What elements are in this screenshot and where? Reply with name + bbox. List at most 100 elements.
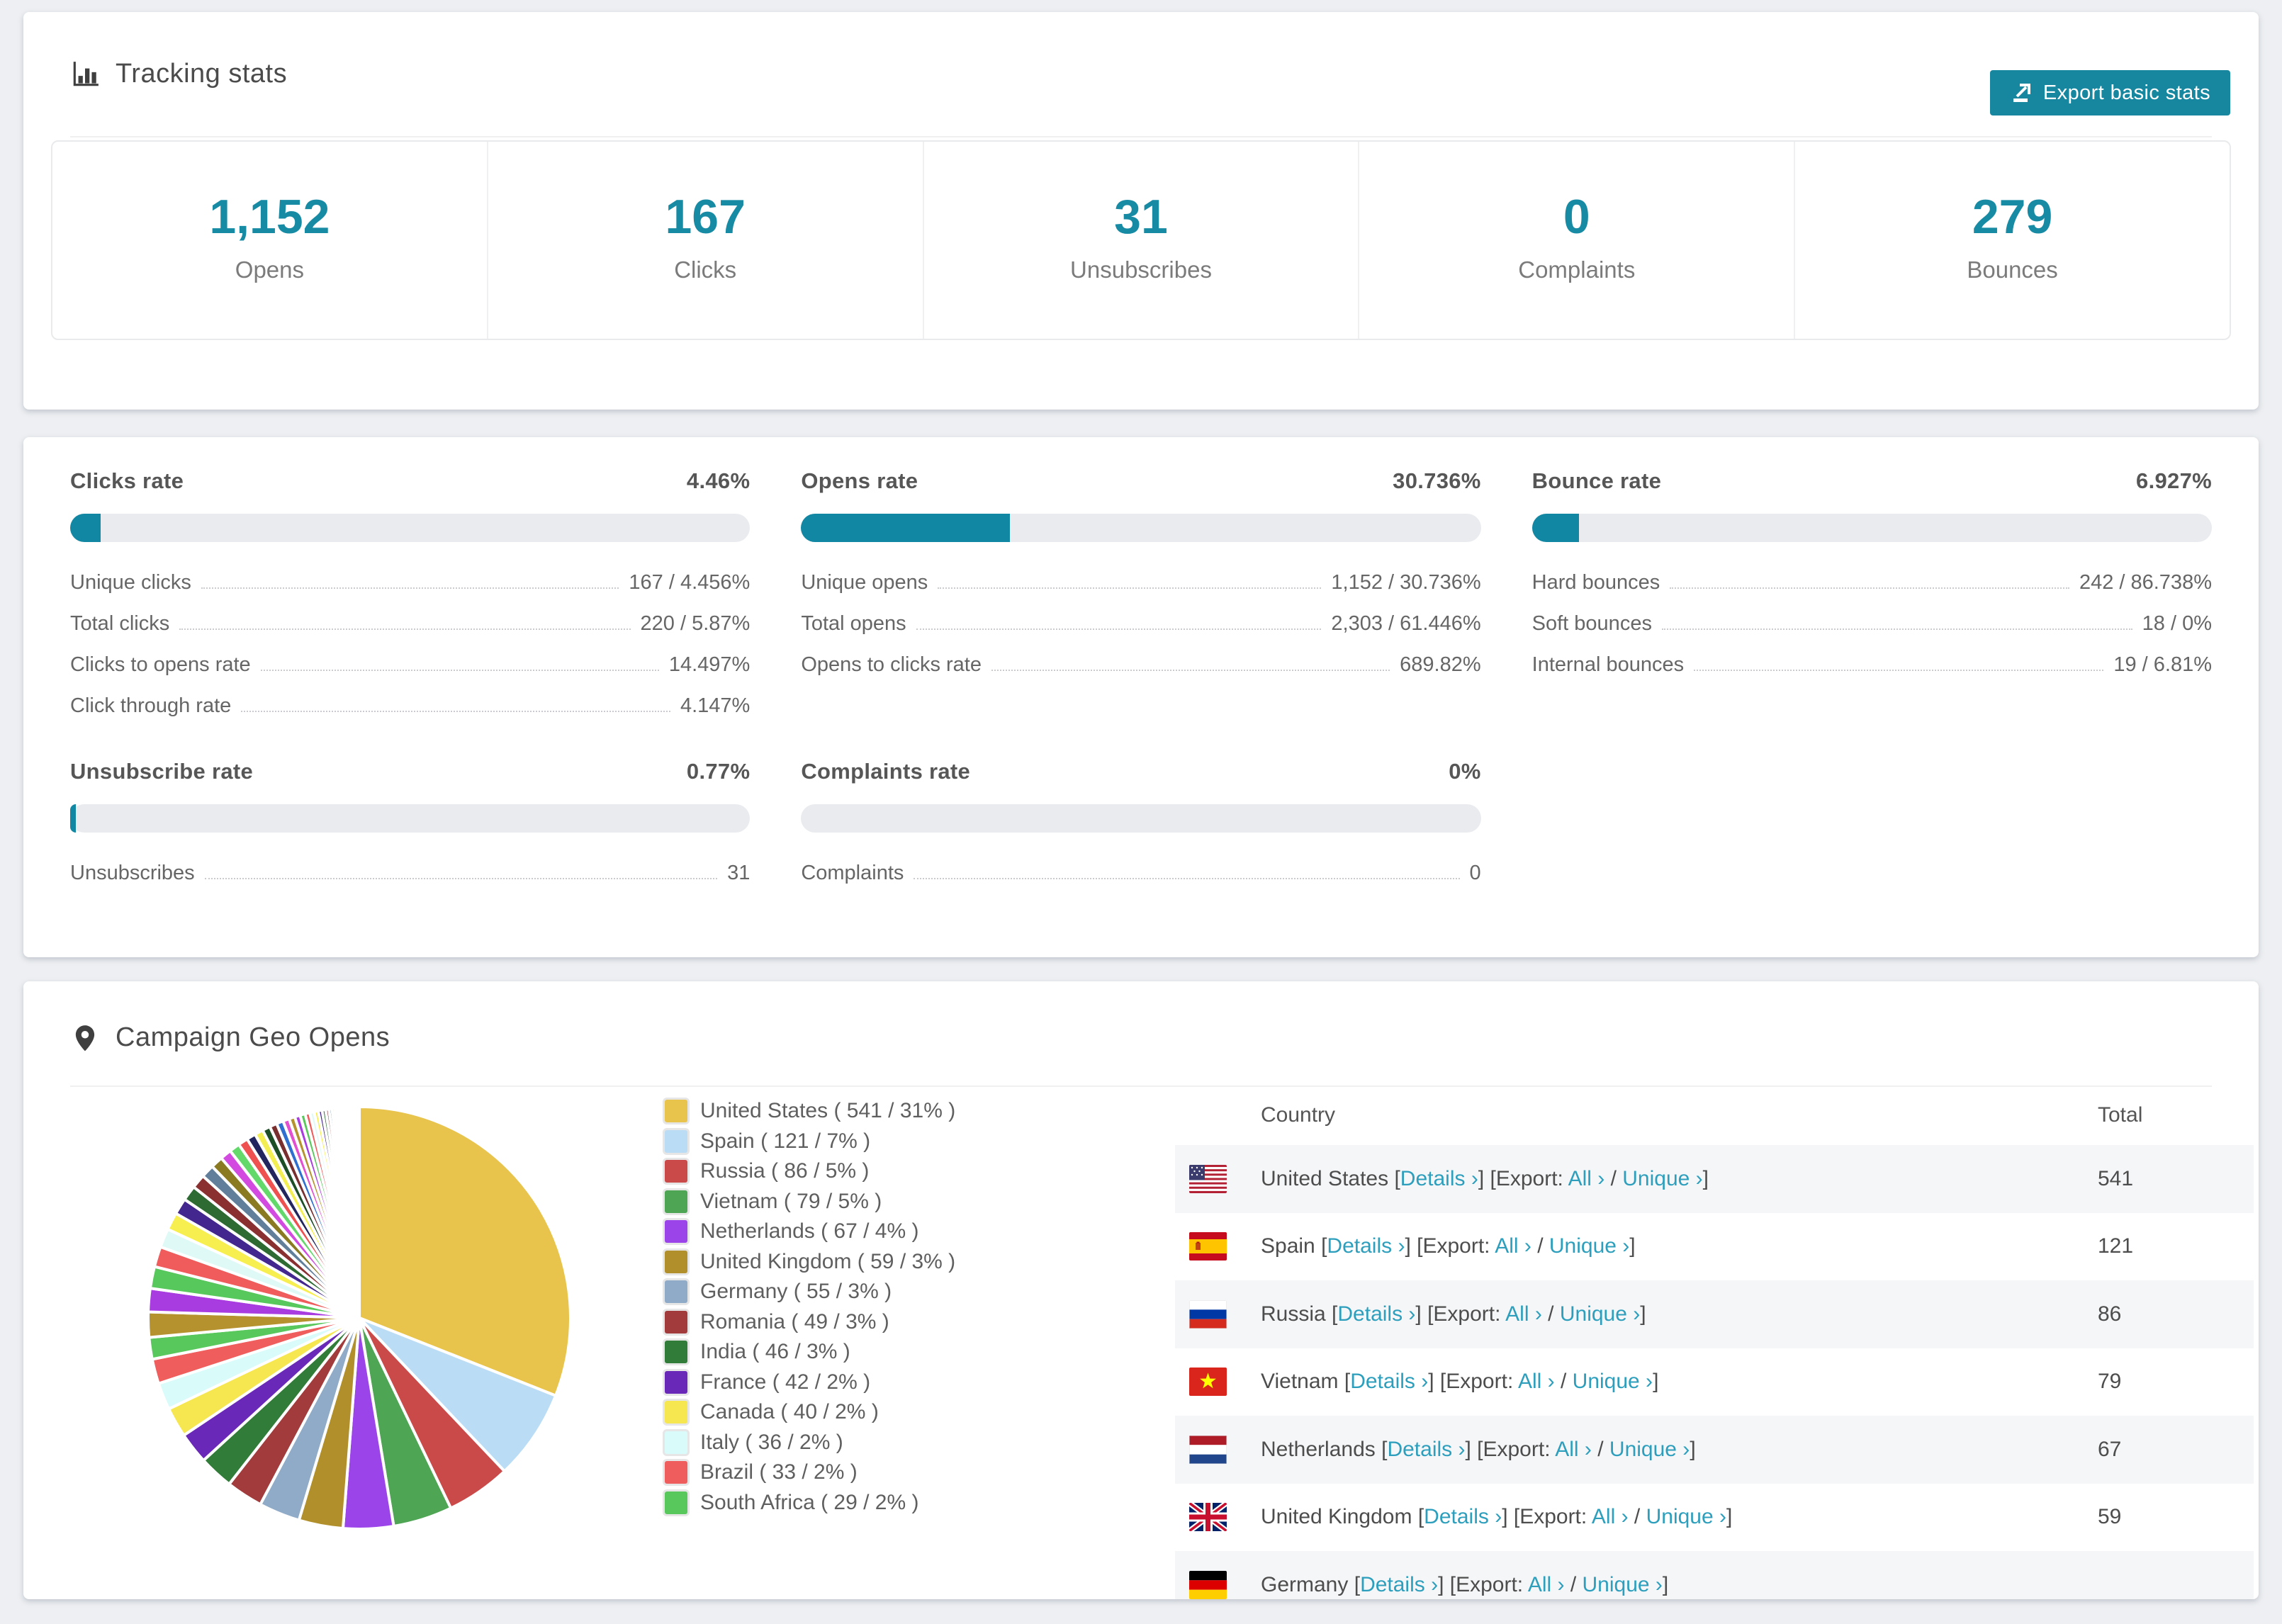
- rate-row-label: Clicks to opens rate: [70, 653, 251, 676]
- legend-item-italy[interactable]: Italy ( 36 / 2% ): [665, 1428, 955, 1458]
- rates-grid: Clicks rate 4.46% Unique clicks 167 / 4.456…: [70, 467, 2212, 893]
- details-link[interactable]: Details ›: [1360, 1573, 1438, 1596]
- geo-opens-pie-chart: [147, 1105, 572, 1530]
- rate-row-value: 4.147%: [680, 694, 751, 717]
- stat-label: Clicks: [674, 256, 737, 283]
- legend-item-united-states[interactable]: United States ( 541 / 31% ): [665, 1096, 955, 1127]
- legend-item-canada[interactable]: Canada ( 40 / 2% ): [665, 1397, 955, 1428]
- export-all-link[interactable]: All ›: [1495, 1234, 1531, 1258]
- dotted-leader: [1661, 628, 2132, 630]
- legend-item-france[interactable]: France ( 42 / 2% ): [665, 1368, 955, 1398]
- export-all-link[interactable]: All ›: [1568, 1167, 1605, 1190]
- legend-item-india[interactable]: India ( 46 / 3% ): [665, 1337, 955, 1368]
- stat-bounces: 279 Bounces: [1794, 142, 2230, 339]
- stat-label: Unsubscribes: [1070, 256, 1212, 283]
- details-link[interactable]: Details ›: [1337, 1302, 1415, 1326]
- legend-swatch: [665, 1401, 687, 1424]
- flag-icon-es: [1189, 1232, 1227, 1261]
- details-link[interactable]: Details ›: [1387, 1438, 1465, 1461]
- table-row-de: Germany [Details ›] [Export: All › / Uni…: [1175, 1551, 2254, 1599]
- column-header-country: Country: [1261, 1103, 1336, 1127]
- rate-row-label: Hard bounces: [1531, 570, 1660, 594]
- rate-row-label: Unsubscribes: [70, 861, 195, 884]
- rate-row-label: Total opens: [801, 611, 906, 635]
- export-unique-link[interactable]: Unique ›: [1573, 1370, 1653, 1393]
- rate-value: 0.77%: [686, 759, 751, 784]
- rate-progress-track: [70, 804, 751, 833]
- bar-chart-icon: [73, 61, 99, 86]
- export-unique-link[interactable]: Unique ›: [1622, 1167, 1702, 1190]
- rate-block-opens-rate: Opens rate 30.736% Unique opens 1,152 / 30.…: [801, 467, 1481, 726]
- rate-row: Unique clicks 167 / 4.456%: [70, 562, 750, 603]
- rate-row-label: Complaints: [801, 861, 904, 884]
- map-pin-icon: [75, 1025, 95, 1051]
- export-all-link[interactable]: All ›: [1528, 1573, 1565, 1596]
- country-cell: United Kingdom [Details ›] [Export: All …: [1261, 1505, 1733, 1529]
- rate-row-value: 14.497%: [668, 653, 751, 676]
- export-unique-link[interactable]: Unique ›: [1646, 1505, 1726, 1528]
- rate-name: Complaints rate: [801, 759, 971, 784]
- details-link[interactable]: Details ›: [1400, 1167, 1478, 1190]
- rate-row: Unsubscribes 31: [70, 852, 750, 893]
- rate-row: Complaints 0: [801, 852, 1480, 893]
- export-all-link[interactable]: All ›: [1505, 1302, 1542, 1326]
- legend-label: Germany ( 55 / 3% ): [700, 1280, 892, 1304]
- export-all-link[interactable]: All ›: [1518, 1370, 1555, 1393]
- dotted-leader: [204, 878, 718, 879]
- country-cell: Germany [Details ›] [Export: All › / Uni…: [1261, 1572, 1669, 1596]
- stats-summary-group: 1,152 Opens 167 Clicks 31 Unsubscribes 0 Compla…: [51, 140, 2231, 340]
- rate-progress-track: [1531, 514, 2212, 542]
- rate-value: 30.736%: [1393, 468, 1481, 493]
- stat-value: 279: [1972, 190, 2053, 244]
- export-all-link[interactable]: All ›: [1592, 1505, 1629, 1528]
- legend-item-netherlands[interactable]: Netherlands ( 67 / 4% ): [665, 1217, 955, 1247]
- legend-item-brazil[interactable]: Brazil ( 33 / 2% ): [665, 1457, 955, 1488]
- export-unique-link[interactable]: Unique ›: [1609, 1438, 1690, 1461]
- rate-row-value: 0: [1469, 861, 1481, 884]
- legend-item-south-africa[interactable]: South Africa ( 29 / 2% ): [665, 1488, 955, 1518]
- rate-progress-fill: [70, 804, 76, 833]
- total-cell: 86: [2098, 1302, 2122, 1326]
- export-basic-stats-button[interactable]: Export basic stats: [1989, 70, 2230, 115]
- legend-item-romania[interactable]: Romania ( 49 / 3% ): [665, 1307, 955, 1338]
- legend-item-germany[interactable]: Germany ( 55 / 3% ): [665, 1277, 955, 1307]
- details-link[interactable]: Details ›: [1350, 1370, 1428, 1393]
- export-unique-link[interactable]: Unique ›: [1560, 1302, 1640, 1326]
- details-link[interactable]: Details ›: [1327, 1234, 1405, 1258]
- export-unique-link[interactable]: Unique ›: [1583, 1573, 1663, 1596]
- legend-item-vietnam[interactable]: Vietnam ( 79 / 5% ): [665, 1187, 955, 1217]
- stat-opens: 1,152 Opens: [52, 142, 487, 339]
- rate-row-label: Internal bounces: [1531, 653, 1685, 676]
- country-name: United Kingdom: [1261, 1505, 1412, 1529]
- dotted-leader: [916, 628, 1322, 630]
- legend-item-spain[interactable]: Spain ( 121 / 7% ): [665, 1127, 955, 1157]
- details-link[interactable]: Details ›: [1424, 1505, 1502, 1528]
- legend-swatch: [665, 1280, 687, 1304]
- legend-item-united-kingdom[interactable]: United Kingdom ( 59 / 3% ): [665, 1247, 955, 1278]
- dotted-leader: [914, 878, 1460, 879]
- legend-swatch: [665, 1190, 687, 1213]
- legend-label: Romania ( 49 / 3% ): [700, 1309, 889, 1333]
- geo-header: Campaign Geo Opens: [70, 1022, 390, 1053]
- rate-progress-track: [70, 514, 751, 542]
- rate-row-value: 242 / 86.738%: [2079, 570, 2212, 594]
- rate-row-label: Unique opens: [801, 570, 928, 594]
- total-cell: 121: [2098, 1234, 2134, 1258]
- export-unique-link[interactable]: Unique ›: [1549, 1234, 1629, 1258]
- rate-progress-track: [801, 514, 1481, 542]
- legend-item-russia[interactable]: Russia ( 86 / 5% ): [665, 1156, 955, 1187]
- legend-swatch: [665, 1341, 687, 1364]
- stat-label: Complaints: [1518, 256, 1636, 283]
- rate-value: 0%: [1449, 759, 1481, 784]
- rate-row: Total clicks 220 / 5.87%: [70, 603, 750, 644]
- country-name: Netherlands: [1261, 1437, 1376, 1461]
- table-row-gb: United Kingdom [Details ›] [Export: All …: [1175, 1484, 2254, 1552]
- geo-content: United States ( 541 / 31% ) Spain ( 121 /…: [23, 1086, 2259, 1599]
- rate-progress-fill: [70, 514, 101, 542]
- table-row-ru: Russia [Details ›] [Export: All › / Uniq…: [1175, 1280, 2254, 1348]
- dotted-leader: [991, 670, 1390, 671]
- rate-row-label: Total clicks: [70, 611, 170, 635]
- legend-label: South Africa ( 29 / 2% ): [700, 1490, 919, 1514]
- rate-value: 6.927%: [2136, 468, 2212, 493]
- export-all-link[interactable]: All ›: [1555, 1438, 1592, 1461]
